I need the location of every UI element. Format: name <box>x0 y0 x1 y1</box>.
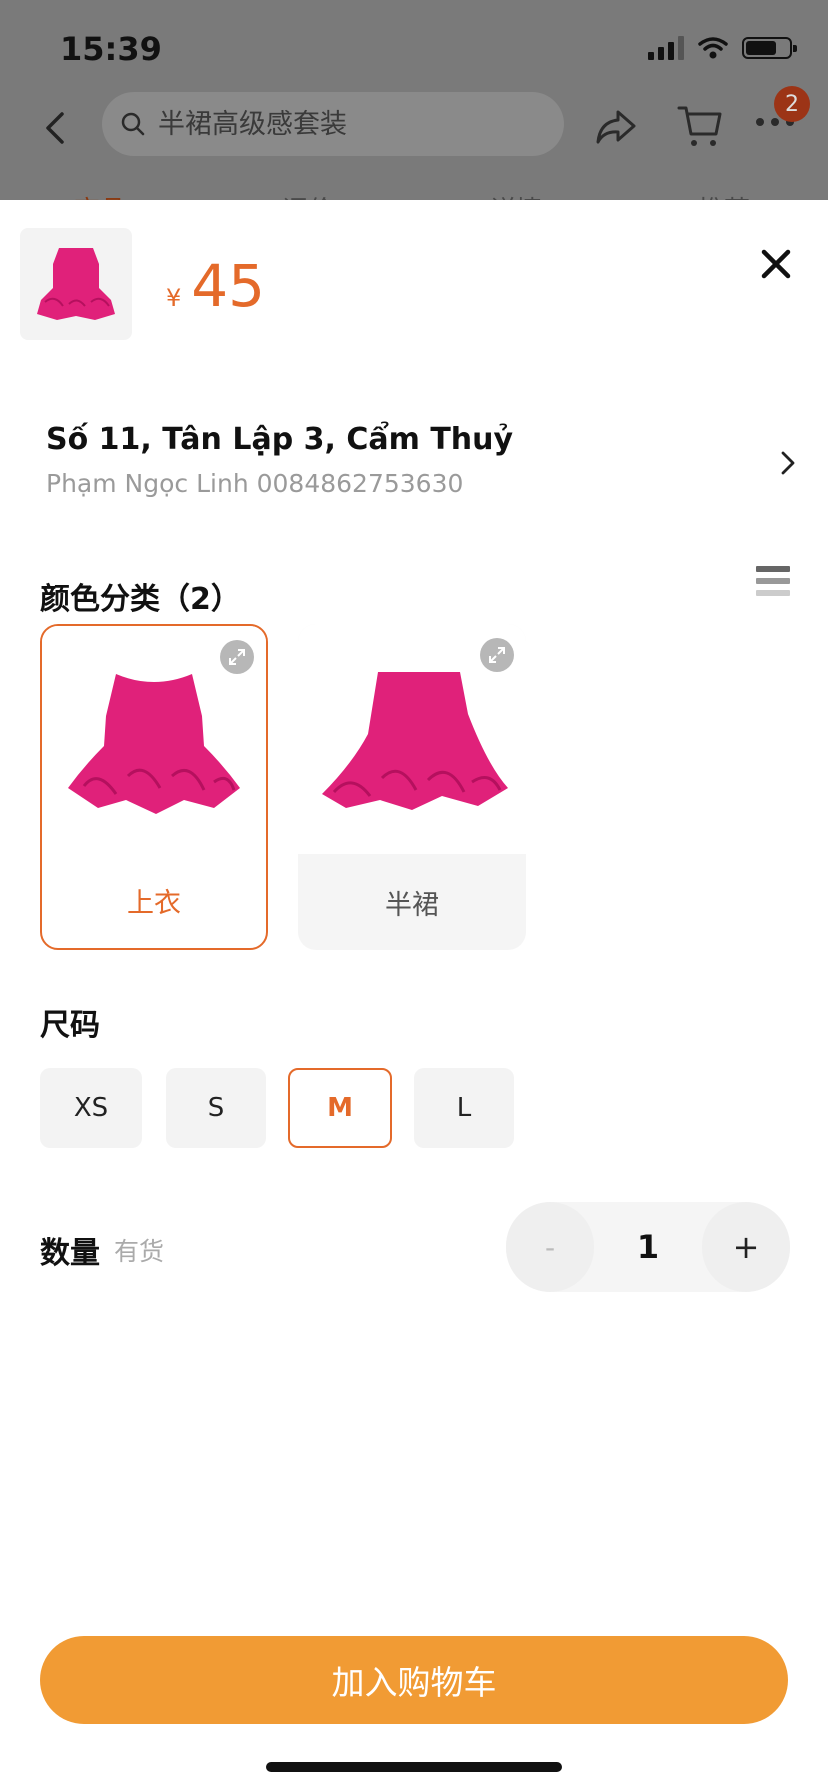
expand-icon[interactable] <box>220 640 254 674</box>
top-image <box>37 248 115 320</box>
color-option-top[interactable]: 上衣 <box>40 624 268 950</box>
quantity-decrease-button[interactable]: - <box>506 1202 594 1292</box>
tab-reviews[interactable]: 评价 <box>282 190 334 200</box>
search-input[interactable] <box>156 107 540 141</box>
size-option-xs[interactable]: XS <box>40 1068 142 1148</box>
quantity-row: 数量 有货 - 1 + <box>40 1202 790 1292</box>
status-time: 15:39 <box>60 30 162 68</box>
status-bar: 15:39 <box>0 0 828 90</box>
shipping-address[interactable]: Số 11, Tân Lập 3, Cẩm Thuỷ Phạm Ngọc Lin… <box>46 422 806 512</box>
size-option-s[interactable]: S <box>166 1068 266 1148</box>
price-value: 45 <box>191 252 266 320</box>
address-recipient: Phạm Ngọc Linh 0084862753630 <box>46 469 464 498</box>
quantity-value[interactable]: 1 <box>594 1202 702 1292</box>
price-currency: ¥ <box>166 284 182 312</box>
more-badge: 2 <box>774 86 810 122</box>
color-option-skirt[interactable]: 半裙 <box>298 624 526 950</box>
stock-status: 有货 <box>114 1237 165 1266</box>
add-to-cart-button[interactable]: 加入购物车 <box>40 1636 788 1724</box>
chevron-right-icon <box>781 451 795 475</box>
sku-selector-sheet: ¥ 45 Số 11, Tân Lập 3, Cẩm Thuỷ Phạm Ngọ… <box>0 200 828 1792</box>
tab-details[interactable]: 详情 <box>490 190 542 200</box>
status-icons <box>648 36 797 60</box>
close-icon[interactable] <box>756 244 796 284</box>
quantity-increase-button[interactable]: + <box>702 1202 790 1292</box>
expand-icon[interactable] <box>480 638 514 672</box>
quantity-label: 数量 <box>40 1236 100 1271</box>
top-navigation <box>0 88 828 168</box>
color-option-label: 上衣 <box>127 887 181 919</box>
tab-bar: 商品 评价 详情 推荐 <box>0 186 828 200</box>
share-icon[interactable] <box>594 106 638 146</box>
search-icon <box>121 112 145 136</box>
battery-icon <box>742 37 797 59</box>
list-view-icon[interactable] <box>756 566 790 602</box>
wifi-icon <box>698 37 728 59</box>
tab-recommend[interactable]: 推荐 <box>698 190 750 200</box>
size-option-m[interactable]: M <box>288 1068 392 1148</box>
size-section-title: 尺码 <box>40 1008 100 1043</box>
size-option-l[interactable]: L <box>414 1068 514 1148</box>
cart-icon[interactable] <box>676 102 724 150</box>
quantity-stepper: - 1 + <box>506 1202 790 1292</box>
price: ¥ 45 <box>166 252 265 320</box>
product-thumbnail[interactable] <box>20 228 132 340</box>
home-indicator <box>266 1762 562 1772</box>
color-section-title: 颜色分类（2） <box>40 582 241 617</box>
search-bar[interactable] <box>102 92 564 156</box>
back-icon[interactable] <box>36 108 76 148</box>
color-option-label: 半裙 <box>385 889 439 921</box>
signal-icon <box>648 36 684 60</box>
address-line: Số 11, Tân Lập 3, Cẩm Thuỷ <box>46 422 514 457</box>
tab-product[interactable]: 商品 <box>74 190 126 200</box>
